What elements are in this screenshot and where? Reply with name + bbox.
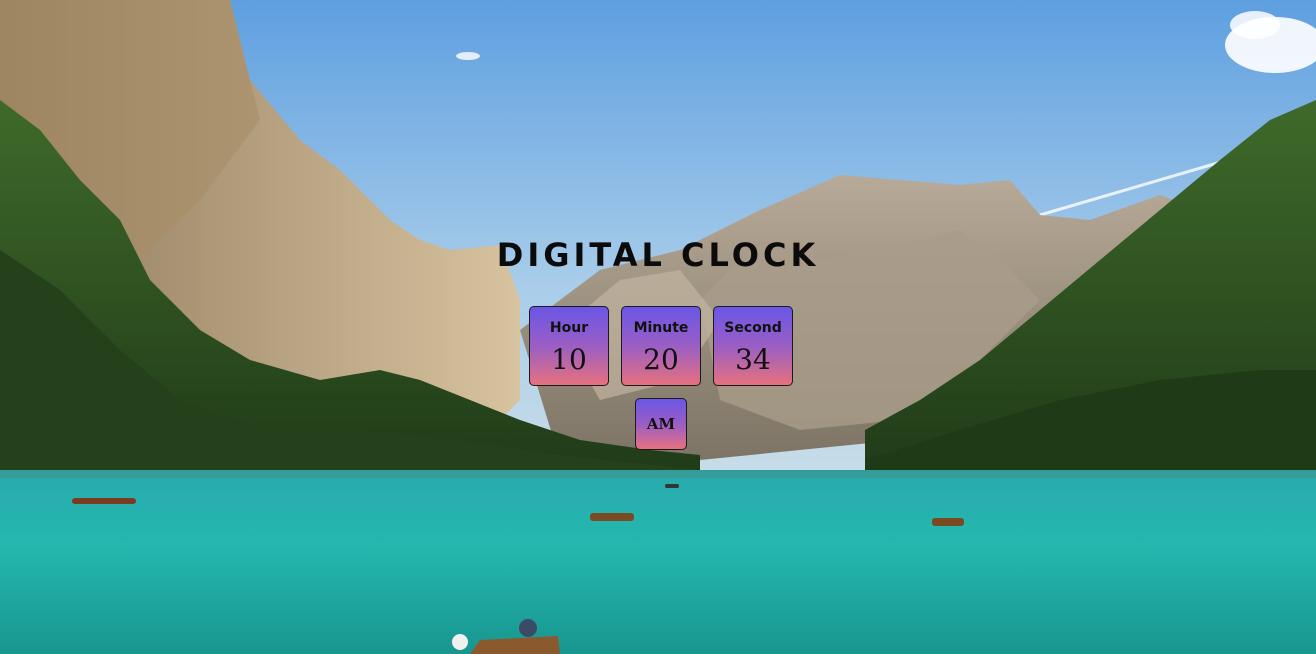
second-value: 34 [735,343,771,376]
second-box: Second 34 [713,306,793,386]
page-title: DIGITAL CLOCK [496,236,820,274]
hour-box: Hour 10 [529,306,609,386]
hour-label: Hour [549,320,589,336]
minute-box: Minute 20 [621,306,701,386]
hour-value: 10 [551,343,587,376]
minute-value: 20 [643,343,679,376]
am-pm-indicator: AM [635,398,687,450]
second-label: Second [724,320,782,336]
minute-label: Minute [633,320,689,336]
